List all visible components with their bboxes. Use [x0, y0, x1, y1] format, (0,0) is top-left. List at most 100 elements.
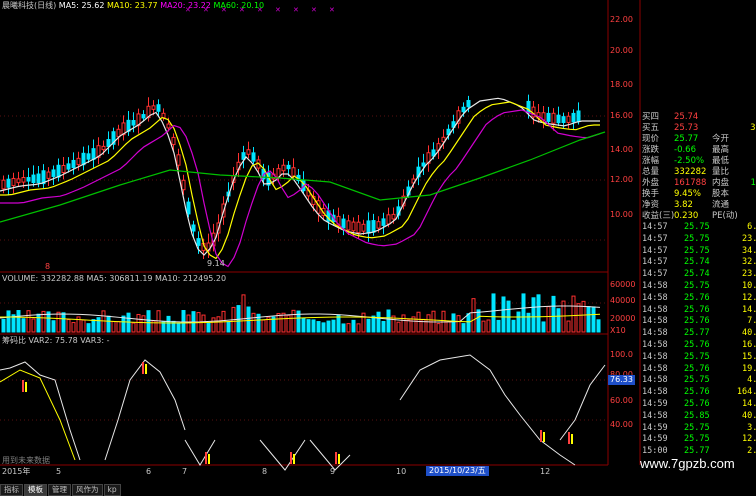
signal-bar-red: [335, 452, 337, 464]
month-tick: 5: [56, 467, 61, 477]
trade-ticks-panel: 14:5725.756.4万B14:5725.7523.7万B14:5725.7…: [642, 222, 756, 465]
trade-volume: 7.1万: [747, 316, 756, 327]
trade-time: 14:59: [642, 423, 668, 434]
trade-price: 25.76: [684, 293, 710, 304]
signal-bar-red: [205, 452, 207, 464]
signal-bar-yellow: [338, 454, 340, 464]
volume-tick: 40000: [610, 296, 635, 306]
volume-bar: [242, 295, 245, 332]
stock-title[interactable]: 晨曦科技(日线): [2, 1, 56, 10]
bottom-tab[interactable]: kp: [104, 484, 121, 496]
volume-bar: [592, 307, 595, 332]
ma-label: MA10: 23.77: [104, 1, 157, 10]
trade-time: 14:57: [642, 234, 668, 245]
volume-bar: [97, 318, 100, 332]
volume-bar: [117, 322, 120, 332]
candle-body: [192, 225, 195, 231]
bottom-tab[interactable]: 管理: [48, 484, 71, 496]
indicator-tick: 40.00: [610, 420, 633, 430]
candle-body: [7, 179, 10, 187]
candle-body: [2, 180, 5, 189]
candle-body: [17, 179, 20, 183]
volume-bar: [447, 321, 450, 332]
bottom-tab[interactable]: 指标: [0, 484, 23, 496]
trade-price: 25.75: [684, 434, 710, 445]
moving-average-lines: [0, 98, 605, 266]
ma-label: MA5: 25.62: [59, 1, 105, 10]
trade-price: 25.76: [684, 364, 710, 375]
candle-body: [187, 202, 190, 214]
price-axis: 22.0020.0018.0016.0014.0012.0010.00: [610, 0, 640, 272]
trade-price: 25.74: [684, 269, 710, 280]
volume-bar: [92, 320, 95, 332]
volume-bar: [362, 313, 365, 332]
trade-volume: 40.9万: [742, 328, 756, 339]
volume-bar: [437, 324, 440, 332]
volume-bar: [322, 323, 325, 332]
candle-body: [552, 113, 555, 123]
volume-bar: [597, 320, 600, 332]
volume-bar: [377, 312, 380, 332]
ma-indicator-labels: MA5: 25.62 MA10: 23.77 MA20: 23.22 MA60:…: [59, 1, 264, 10]
volume-bar: [252, 313, 255, 332]
trade-row: 14:5725.7432.4万S: [642, 257, 756, 268]
trade-price: 25.77: [684, 328, 710, 339]
top-signal-marker: ✕: [275, 6, 281, 14]
volume-bar: [402, 315, 405, 332]
trade-volume: 14.9万: [742, 305, 756, 316]
volume-bar: [357, 324, 360, 332]
quote-panel: 买四25.7438.4万买五25.73388.3万现价25.77今开26.60涨…: [642, 111, 756, 236]
indicator-tick: 100.0: [610, 350, 633, 360]
volume-bar: [307, 320, 310, 332]
volume-bar: [417, 312, 420, 332]
trade-price: 25.75: [684, 234, 710, 245]
trade-time: 14:58: [642, 281, 668, 292]
trade-time: 14:57: [642, 257, 668, 268]
trade-volume: 14.5万: [742, 399, 756, 410]
trade-volume: 12.0万: [742, 434, 756, 445]
volume-bar: [227, 322, 230, 332]
trade-volume: 164.3万: [737, 387, 756, 398]
trade-volume: 19.1万: [742, 364, 756, 375]
top-signal-marker: ✕: [311, 6, 317, 14]
signal-bar-yellow: [571, 434, 573, 444]
candle-body: [182, 180, 185, 189]
signal-bar-red: [22, 380, 24, 392]
volume-bar: [182, 311, 185, 332]
trade-row: 14:5925.7512.0万B: [642, 434, 756, 445]
trade-volume: 10.6万: [742, 281, 756, 292]
trade-price: 25.76: [684, 387, 710, 398]
top-signal-marker: ✕: [329, 6, 335, 14]
indicator-tick: 60.00: [610, 396, 633, 406]
trade-price: 25.76: [684, 305, 710, 316]
volume-bar: [2, 319, 5, 332]
bottom-tab[interactable]: 模板: [24, 484, 47, 496]
trade-time: 14:58: [642, 411, 668, 422]
signal-bar-red: [540, 430, 542, 442]
candle-body: [392, 214, 395, 219]
candle-body: [47, 172, 50, 178]
candle-body: [77, 158, 80, 164]
volume-label: VOLUME: 332282.88 MA5: 306811.19 MA10: 2…: [2, 274, 226, 284]
volume-bar: [22, 319, 25, 332]
volume-bar: [142, 316, 145, 332]
candle-body: [37, 174, 40, 183]
month-tick: 7: [182, 467, 187, 477]
volume-bar: [62, 313, 65, 332]
volume-bar: [112, 322, 115, 332]
volume-bar: [457, 316, 460, 332]
trade-time: 14:58: [642, 305, 668, 316]
volume-bar: [317, 322, 320, 332]
price-tick: 22.00: [610, 15, 633, 25]
series-line: [0, 362, 80, 460]
trade-volume: 32.4万: [742, 257, 756, 268]
volume-axis: 600004000020000X10: [610, 274, 640, 334]
bottom-tab[interactable]: 风作为: [72, 484, 103, 496]
trade-row: 14:5825.7616.5万S: [642, 340, 756, 351]
series-line: [105, 360, 185, 460]
trade-row: 14:5925.7614.5万S: [642, 399, 756, 410]
volume-tick: 60000: [610, 280, 635, 290]
signal-markers: ✕✕✕✕✕✕✕✕✕: [22, 6, 573, 464]
volume-bar: [517, 312, 520, 332]
candle-body: [72, 160, 75, 167]
